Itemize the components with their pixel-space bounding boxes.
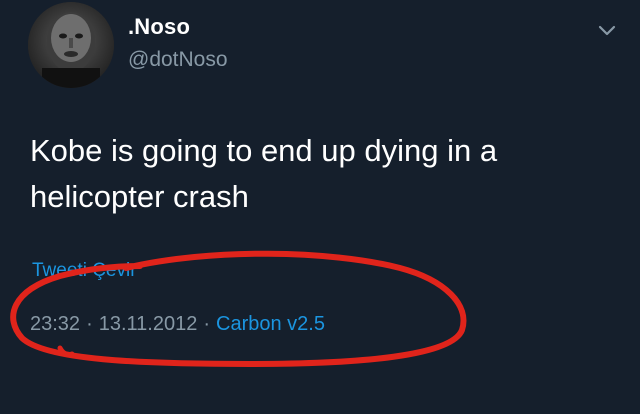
- tweet-metadata: 23:32 · 13.11.2012 · Carbon v2.5: [30, 313, 325, 336]
- tweet-text: Kobe is going to end up dying in a helic…: [30, 133, 498, 214]
- separator: ·: [203, 313, 211, 335]
- avatar-image: [28, 2, 114, 88]
- display-name[interactable]: .Noso: [128, 14, 190, 40]
- user-handle[interactable]: @dotNoso: [128, 48, 228, 72]
- tweet-source-link[interactable]: Carbon v2.5: [216, 313, 325, 335]
- tweet-card: .Noso @dotNoso Kobe is going to end up d…: [0, 0, 640, 414]
- separator: ·: [86, 313, 93, 335]
- chevron-down-icon[interactable]: [596, 22, 618, 38]
- translate-tweet-link[interactable]: Tweeti Çevir: [32, 260, 137, 282]
- avatar[interactable]: [28, 2, 114, 88]
- tweet-time[interactable]: 23:32: [30, 313, 80, 335]
- tweet-date[interactable]: 13.11.2012: [99, 313, 198, 335]
